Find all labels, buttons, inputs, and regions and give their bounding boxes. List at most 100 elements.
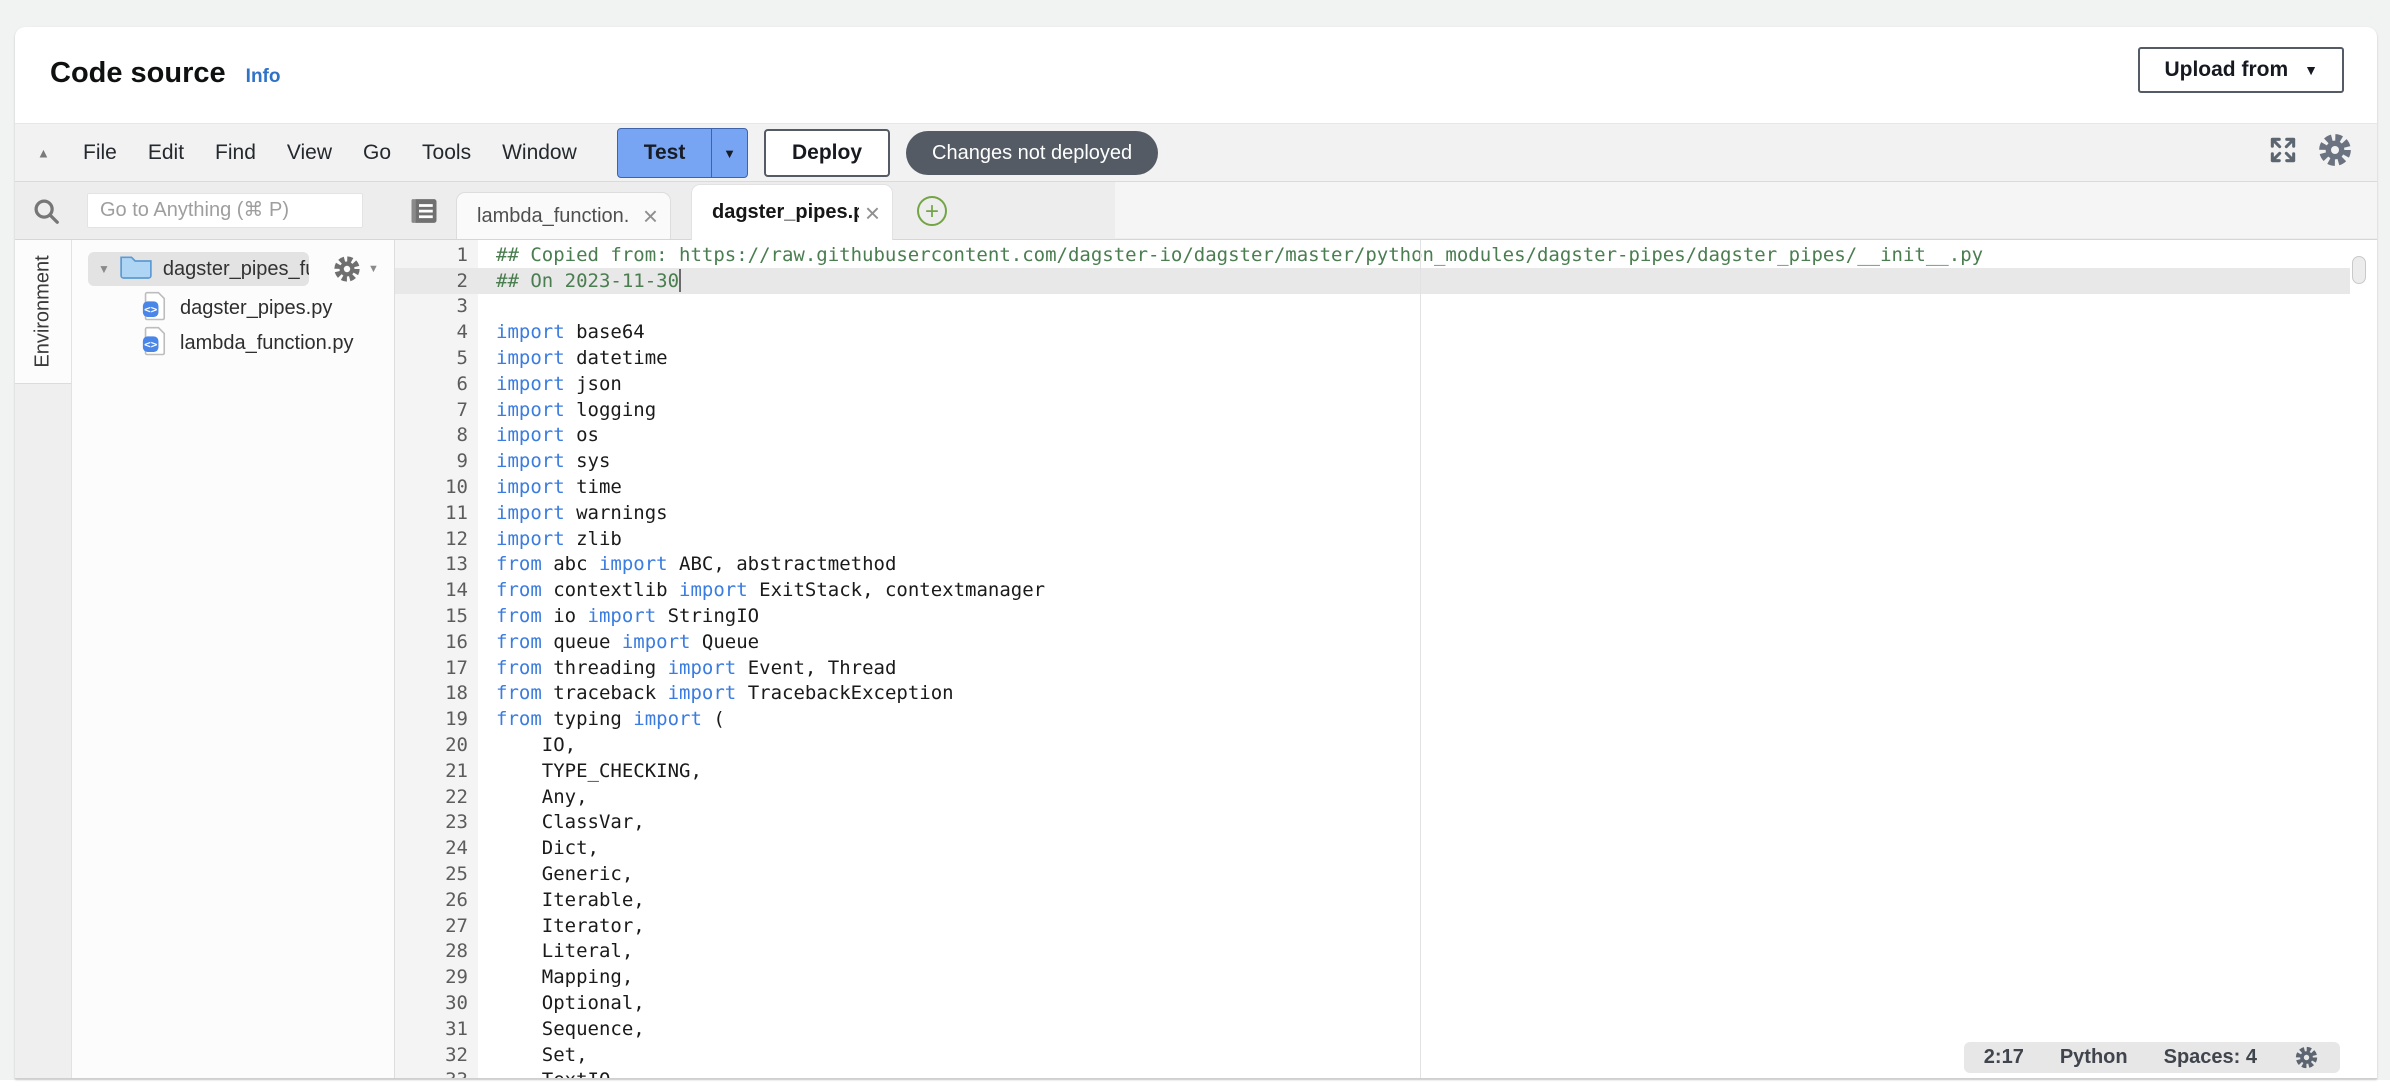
code-line[interactable]: 31 Sequence, xyxy=(395,1016,2350,1042)
code-line[interactable]: 32 Set, xyxy=(395,1042,2350,1068)
code-line[interactable]: 16 from queue import Queue xyxy=(395,629,2350,655)
code-text: ## On 2023-11-30 xyxy=(496,269,681,292)
code-line[interactable]: 9import sys xyxy=(395,448,2350,474)
tab-label: lambda_function. xyxy=(477,205,637,228)
code-line[interactable]: 14from contextlib import ExitStack, cont… xyxy=(395,577,2350,603)
code-line[interactable]: 33 TextIO xyxy=(395,1068,2350,1079)
tree-folder-row[interactable]: ▼ dagster_pipes_funct xyxy=(88,252,309,286)
line-number: 13 xyxy=(395,553,478,575)
run-controls: Test ▼ Deploy Changes not deployed xyxy=(617,128,1158,178)
menu-item-edit[interactable]: Edit xyxy=(148,141,184,165)
menu-item-window[interactable]: Window xyxy=(502,141,577,165)
line-number: 12 xyxy=(395,528,478,550)
deploy-button[interactable]: Deploy xyxy=(764,129,890,177)
editor-scrollbar-thumb[interactable] xyxy=(2352,256,2366,284)
collapse-panel-icon[interactable]: ▲ xyxy=(37,145,50,160)
code-line[interactable]: 27 Iterator, xyxy=(395,913,2350,939)
line-number: 30 xyxy=(395,992,478,1014)
code-line[interactable]: 7import logging xyxy=(395,397,2350,423)
code-line[interactable]: 23 ClassVar, xyxy=(395,810,2350,836)
tab-close-icon[interactable]: × xyxy=(865,200,880,226)
menu-items: File Edit Find View Go Tools Window xyxy=(83,124,577,181)
code-text: Any, xyxy=(496,786,588,808)
code-line[interactable]: 19from typing import ( xyxy=(395,706,2350,732)
menu-item-go[interactable]: Go xyxy=(363,141,391,165)
code-line[interactable]: 5import datetime xyxy=(395,345,2350,371)
code-line[interactable]: 29 Mapping, xyxy=(395,964,2350,990)
code-line[interactable]: 12import zlib xyxy=(395,526,2350,552)
code-text: import warnings xyxy=(496,502,668,524)
side-strip xyxy=(15,383,72,1078)
code-lines: 1## Copied from: https://raw.githubuserc… xyxy=(395,242,2350,1078)
line-number: 18 xyxy=(395,682,478,704)
test-button[interactable]: Test xyxy=(618,129,711,177)
line-number: 17 xyxy=(395,657,478,679)
file-tree: ▼ dagster_pipes_funct ▼ xyxy=(72,240,395,1078)
code-text: ClassVar, xyxy=(496,811,645,833)
code-line[interactable]: 13from abc import ABC, abstractmethod xyxy=(395,552,2350,578)
menubar-icons xyxy=(2267,124,2355,181)
line-number: 6 xyxy=(395,373,478,395)
line-number: 16 xyxy=(395,631,478,653)
code-line[interactable]: 8import os xyxy=(395,423,2350,449)
menu-item-tools[interactable]: Tools xyxy=(422,141,471,165)
code-line[interactable]: 10import time xyxy=(395,474,2350,500)
code-line[interactable]: 20 IO, xyxy=(395,732,2350,758)
code-text: import time xyxy=(496,476,622,498)
code-text: Iterable, xyxy=(496,889,645,911)
code-text: TextIO xyxy=(496,1069,610,1078)
code-line[interactable]: 15from io import StringIO xyxy=(395,603,2350,629)
goto-anything-input[interactable] xyxy=(87,193,363,228)
code-text: Dict, xyxy=(496,837,599,859)
code-text: import json xyxy=(496,373,622,395)
test-dropdown-button[interactable]: ▼ xyxy=(711,129,747,177)
line-number: 31 xyxy=(395,1018,478,1040)
code-text: Sequence, xyxy=(496,1018,645,1040)
settings-gear-icon[interactable] xyxy=(2315,130,2355,175)
code-line[interactable]: 24 Dict, xyxy=(395,835,2350,861)
code-line[interactable]: 22 Any, xyxy=(395,784,2350,810)
code-line[interactable]: 3 xyxy=(395,294,2350,320)
code-line[interactable]: 25 Generic, xyxy=(395,861,2350,887)
info-link[interactable]: Info xyxy=(246,66,281,88)
code-text: from traceback import TracebackException xyxy=(496,682,954,704)
code-line[interactable]: 28 Literal, xyxy=(395,939,2350,965)
menu-bar: ▲ File Edit Find View Go Tools Window Test ▼ D… xyxy=(15,123,2377,182)
tab-close-icon[interactable]: × xyxy=(643,203,658,229)
environment-tab[interactable]: Environment xyxy=(15,240,72,383)
tab-bar: lambda_function.×dagster_pipes.py× xyxy=(456,182,893,239)
upload-from-button[interactable]: Upload from ▼ xyxy=(2138,47,2344,93)
code-line[interactable]: 11import warnings xyxy=(395,500,2350,526)
code-text: import datetime xyxy=(496,347,668,369)
code-line[interactable]: 17from threading import Event, Thread xyxy=(395,655,2350,681)
disclosure-triangle-icon[interactable]: ▼ xyxy=(98,262,110,276)
tree-gear-button[interactable]: ▼ xyxy=(331,253,379,285)
code-line[interactable]: 26 Iterable, xyxy=(395,887,2350,913)
code-line[interactable]: 6 import json xyxy=(395,371,2350,397)
menu-item-find[interactable]: Find xyxy=(215,141,256,165)
file-label: dagster_pipes.py xyxy=(180,297,332,320)
code-line[interactable]: 1## Copied from: https://raw.githubuserc… xyxy=(395,242,2350,268)
line-number: 23 xyxy=(395,811,478,833)
code-line[interactable]: 21 TYPE_CHECKING, xyxy=(395,758,2350,784)
line-number: 2 xyxy=(395,270,478,292)
code-source-header: Code source Info Upload from ▼ xyxy=(15,27,2377,123)
code-line[interactable]: 18 from traceback import TracebackExcepti… xyxy=(395,681,2350,707)
code-line[interactable]: 30 Optional, xyxy=(395,990,2350,1016)
code-text: from queue import Queue xyxy=(496,631,759,653)
line-number: 29 xyxy=(395,966,478,988)
code-text: import base64 xyxy=(496,321,645,343)
code-text: import os xyxy=(496,424,599,446)
code-line[interactable]: 2 ## On 2023-11-30 xyxy=(395,268,2350,294)
tab-list-icon[interactable] xyxy=(409,197,439,230)
fullscreen-icon[interactable] xyxy=(2267,134,2299,171)
line-number: 15 xyxy=(395,605,478,627)
menu-item-file[interactable]: File xyxy=(83,141,117,165)
tab-dagster_pipespy[interactable]: dagster_pipes.py× xyxy=(691,184,893,240)
menu-item-view[interactable]: View xyxy=(287,141,332,165)
new-tab-button[interactable]: + xyxy=(917,196,947,226)
code-line[interactable]: 4import base64 xyxy=(395,319,2350,345)
tree-file-row[interactable]: <>lambda_function.py xyxy=(72,328,353,358)
tree-file-row[interactable]: <>dagster_pipes.py xyxy=(72,293,332,323)
tab-lambda_function[interactable]: lambda_function. × xyxy=(456,192,671,239)
